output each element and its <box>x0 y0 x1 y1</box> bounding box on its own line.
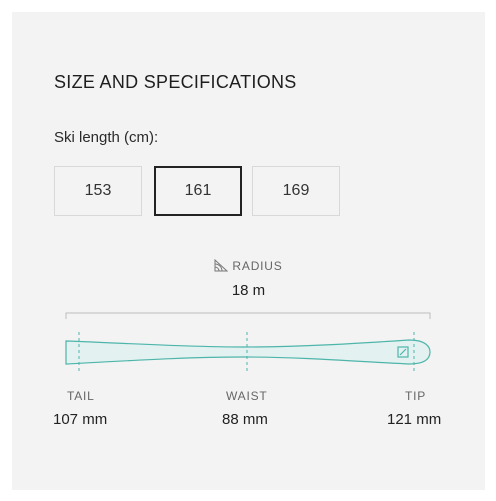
tail-value: 107 mm <box>53 411 108 428</box>
size-option-161[interactable]: 161 <box>154 166 242 216</box>
radius-value: 18 m <box>231 282 266 299</box>
ski-diagram <box>65 312 431 374</box>
tail-label: TAIL <box>67 389 95 403</box>
radius-label: RADIUS <box>232 259 283 273</box>
size-and-specifications-panel: SIZE AND SPECIFICATIONS Ski length (cm):… <box>12 12 485 490</box>
section-title: SIZE AND SPECIFICATIONS <box>54 72 297 92</box>
size-option-153[interactable]: 153 <box>54 166 142 216</box>
radius-heading: RADIUS <box>12 258 485 273</box>
size-option-169[interactable]: 169 <box>252 166 340 216</box>
tip-value: 121 mm <box>387 411 442 428</box>
ski-length-label: Ski length (cm): <box>54 129 159 146</box>
radius-icon <box>214 258 229 272</box>
tip-label: TIP <box>405 389 427 403</box>
ski-body <box>65 339 431 365</box>
waist-label: WAIST <box>226 389 268 403</box>
ski-length-bracket <box>65 312 431 319</box>
waist-value: 88 mm <box>222 411 268 428</box>
